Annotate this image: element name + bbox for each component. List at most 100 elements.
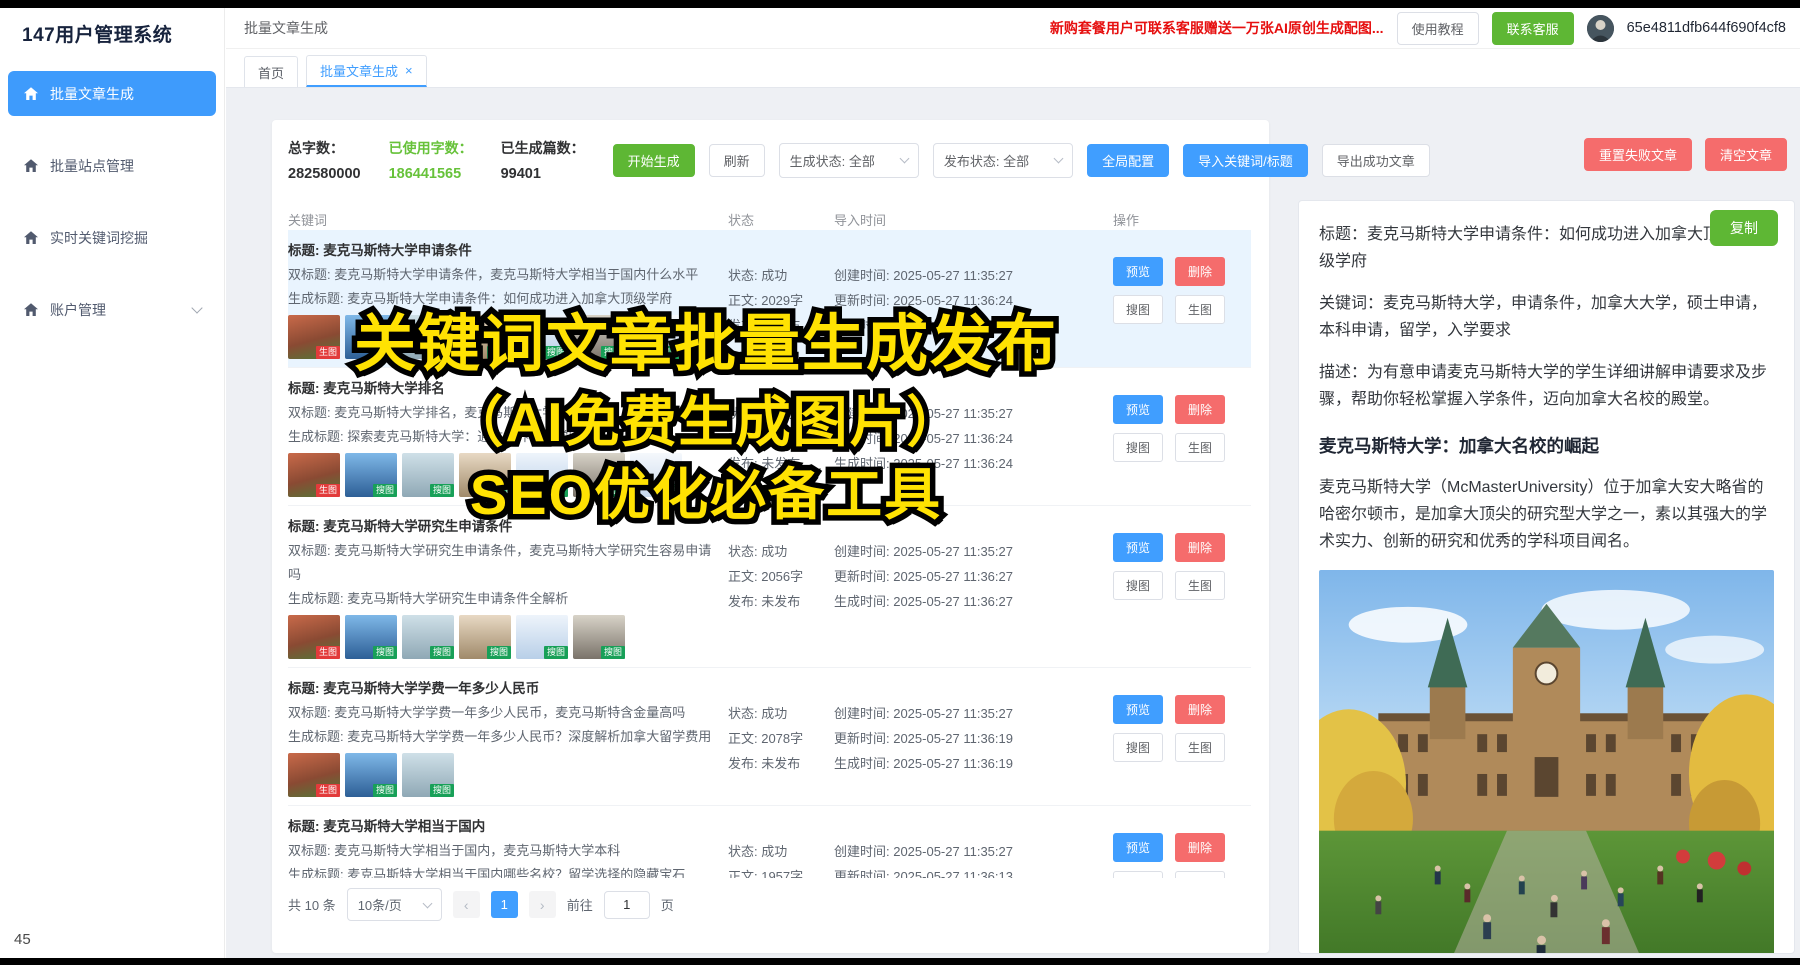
sidebar-item-4[interactable]: 账户管理 — [8, 287, 216, 332]
row-word-count: 正文: 2029字 — [728, 288, 834, 313]
home-icon — [23, 86, 39, 102]
detail-paragraph: 麦克马斯特大学（McMasterUniversity）位于加拿大安大略省的哈密尔… — [1319, 474, 1774, 555]
promo-notice[interactable]: 新购套餐用户可联系客服赠送一万张AI原创生成配图... — [1050, 18, 1384, 38]
prev-page-button[interactable]: ‹ — [453, 891, 480, 918]
status-cell: 状态: 成功正文: 1957字 — [728, 815, 834, 878]
search-image-badge: 搜图 — [430, 484, 454, 497]
campus-photo-illustration — [1319, 570, 1774, 954]
tutorial-button[interactable]: 使用教程 — [1397, 12, 1479, 45]
generate-image-button[interactable]: 生图 — [1175, 433, 1225, 462]
header-right: 新购套餐用户可联系客服赠送一万张AI原创生成配图... 使用教程 联系客服 65… — [1050, 12, 1790, 45]
table-row[interactable]: 标题: 麦克马斯特大学学费一年多少人民币双标题: 麦克马斯特大学学费一年多少人民… — [288, 668, 1251, 806]
generate-image-button[interactable]: 生图 — [1175, 871, 1225, 878]
reset-failed-button[interactable]: 重置失败文章 — [1584, 138, 1692, 171]
row-generated-title: 生成标题: 麦克马斯特大学申请条件：如何成功进入加拿大顶级学府 — [288, 287, 714, 311]
contact-support-button[interactable]: 联系客服 — [1492, 12, 1574, 45]
article-thumbnail[interactable]: 生图 — [288, 315, 340, 359]
content-area: 总字数：282580000已使用字数：186441565已生成篇数：99401开… — [226, 88, 1800, 958]
search-image-button[interactable]: 搜图 — [1113, 433, 1163, 462]
refresh-button[interactable]: 刷新 — [709, 144, 765, 177]
publish-status-select[interactable]: 发布状态: 全部 — [933, 143, 1073, 178]
article-thumbnail[interactable]: 搜图 — [345, 615, 397, 659]
article-thumbnail[interactable]: 生图 — [288, 753, 340, 797]
next-page-button[interactable]: › — [529, 891, 556, 918]
generate-image-button[interactable]: 生图 — [1175, 733, 1225, 762]
article-thumbnail[interactable]: 搜图 — [345, 453, 397, 497]
article-thumbnail[interactable]: 搜图 — [630, 453, 682, 497]
article-thumbnail[interactable]: 搜图 — [516, 315, 568, 359]
article-thumbnail[interactable]: 搜图 — [402, 753, 454, 797]
preview-button[interactable]: 预览 — [1113, 395, 1163, 424]
goto-page-suffix: 页 — [661, 895, 674, 914]
delete-button[interactable]: 删除 — [1175, 257, 1225, 286]
table-row[interactable]: 标题: 麦克马斯特大学排名双标题: 麦克马斯特大学排名，麦克马斯特大学世界排名生… — [288, 368, 1251, 506]
start-generate-button[interactable]: 开始生成 — [613, 144, 695, 177]
preview-button[interactable]: 预览 — [1113, 257, 1163, 286]
delete-button[interactable]: 删除 — [1175, 833, 1225, 862]
article-thumbnail[interactable]: 搜图 — [402, 453, 454, 497]
stat-1: 总字数：282580000 — [288, 138, 361, 182]
article-thumbnail[interactable]: 搜图 — [459, 615, 511, 659]
search-image-button[interactable]: 搜图 — [1113, 571, 1163, 600]
search-image-button[interactable]: 搜图 — [1113, 295, 1163, 324]
user-id[interactable]: 65e4811dfb644f690f4cf8 — [1627, 20, 1786, 36]
keyword-cell: 标题: 麦克马斯特大学学费一年多少人民币双标题: 麦克马斯特大学学费一年多少人民… — [288, 677, 728, 797]
delete-button[interactable]: 删除 — [1175, 695, 1225, 724]
generate-image-badge: 生图 — [316, 346, 340, 359]
tab-2[interactable]: 批量文章生成 × — [306, 55, 427, 87]
article-thumbnail[interactable]: 搜图 — [573, 615, 625, 659]
sidebar-item-2[interactable]: 批量站点管理 — [8, 143, 216, 188]
article-thumbnail[interactable]: 搜图 — [345, 315, 397, 359]
article-thumbnail[interactable]: 生图 — [288, 453, 340, 497]
article-thumbnail[interactable]: 搜图 — [573, 315, 625, 359]
publish-status-select-value: 发布状态: 全部 — [944, 151, 1029, 170]
tab-label: 批量文章生成 — [320, 61, 398, 80]
row-updated-time: 更新时间: 2025-05-27 11:36:19 — [834, 726, 1113, 751]
tab-1[interactable]: 首页 — [244, 56, 298, 87]
preview-button[interactable]: 预览 — [1113, 833, 1163, 862]
article-thumbnail[interactable]: 搜图 — [516, 615, 568, 659]
export-success-button[interactable]: 导出成功文章 — [1322, 144, 1430, 177]
goto-page-input[interactable] — [604, 891, 650, 919]
time-cell: 创建时间: 2025-05-27 11:35:27更新时间: 2025-05-2… — [834, 515, 1113, 659]
clear-articles-button[interactable]: 清空文章 — [1705, 138, 1787, 171]
article-thumbnail[interactable]: 搜图 — [630, 315, 682, 359]
import-keywords-button[interactable]: 导入关键词/标题 — [1183, 144, 1308, 177]
sidebar-item-1[interactable]: 批量文章生成 — [8, 71, 216, 116]
search-image-badge: 搜图 — [544, 346, 568, 359]
article-thumbnail[interactable]: 搜图 — [402, 315, 454, 359]
article-thumbnail[interactable]: 搜图 — [402, 615, 454, 659]
copy-button[interactable]: 复制 — [1710, 210, 1778, 246]
sidebar-item-3[interactable]: 实时关键词挖掘 — [8, 215, 216, 260]
article-thumbnail[interactable]: 搜图 — [459, 453, 511, 497]
sidebar-item-label: 实时关键词挖掘 — [50, 228, 148, 248]
row-dual-title: 双标题: 麦克马斯特大学相当于国内，麦克马斯特大学本科 — [288, 839, 714, 863]
search-image-button[interactable]: 搜图 — [1113, 871, 1163, 878]
article-thumbnail[interactable]: 搜图 — [573, 453, 625, 497]
delete-button[interactable]: 删除 — [1175, 533, 1225, 562]
preview-button[interactable]: 预览 — [1113, 533, 1163, 562]
article-thumbnail[interactable]: 搜图 — [345, 753, 397, 797]
row-updated-time: 更新时间: 2025-05-27 11:36:24 — [834, 288, 1113, 313]
article-thumbnail[interactable]: 搜图 — [459, 315, 511, 359]
table-row[interactable]: 标题: 麦克马斯特大学相当于国内双标题: 麦克马斯特大学相当于国内，麦克马斯特大… — [288, 806, 1251, 878]
delete-button[interactable]: 删除 — [1175, 395, 1225, 424]
table-row[interactable]: 标题: 麦克马斯特大学申请条件双标题: 麦克马斯特大学申请条件，麦克马斯特大学相… — [288, 230, 1251, 368]
table-row[interactable]: 标题: 麦克马斯特大学研究生申请条件双标题: 麦克马斯特大学研究生申请条件，麦克… — [288, 506, 1251, 668]
close-icon[interactable]: × — [405, 63, 413, 78]
sidebar-item-label: 批量站点管理 — [50, 156, 134, 176]
preview-button[interactable]: 预览 — [1113, 695, 1163, 724]
gen-status-select[interactable]: 生成状态: 全部 — [779, 143, 919, 178]
page-size-select[interactable]: 10条/页 — [347, 888, 442, 921]
global-config-button[interactable]: 全局配置 — [1087, 144, 1169, 177]
search-image-button[interactable]: 搜图 — [1113, 733, 1163, 762]
current-page[interactable]: 1 — [491, 891, 518, 918]
generate-image-button[interactable]: 生图 — [1175, 571, 1225, 600]
avatar[interactable] — [1587, 15, 1614, 42]
generate-image-button[interactable]: 生图 — [1175, 295, 1225, 324]
article-thumbnail[interactable]: 生图 — [288, 615, 340, 659]
article-thumbnail[interactable]: 搜图 — [516, 453, 568, 497]
status-cell: 状态: 成功正文: 2078字发布: 未发布 — [728, 677, 834, 797]
row-generated-title: 生成标题: 麦克马斯特大学学费一年多少人民币？深度解析加拿大留学费用 — [288, 725, 714, 749]
status-cell: 状态: 成功正文: 2115字发布: 未发布 — [728, 377, 834, 497]
